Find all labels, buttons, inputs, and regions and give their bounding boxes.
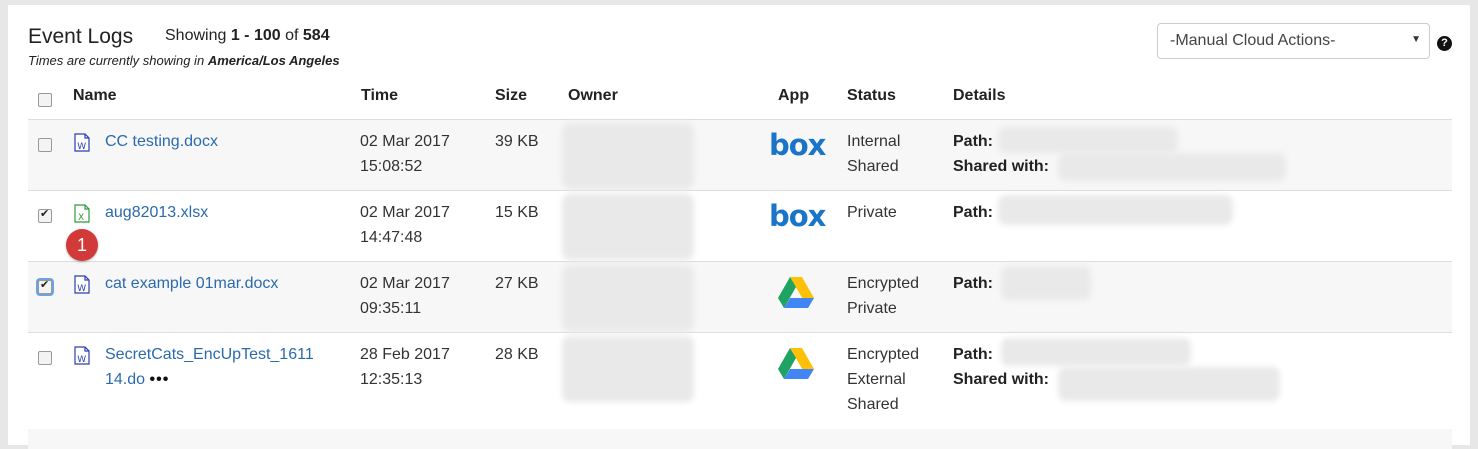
word-file-icon: W bbox=[74, 275, 90, 294]
column-header-time[interactable]: Time bbox=[361, 87, 398, 105]
row-details: Path: bbox=[953, 204, 993, 221]
table-row bbox=[28, 190, 1452, 262]
showing-count: Showing 1 - 100 of 584 bbox=[165, 27, 330, 44]
page-title: Event Logs bbox=[28, 25, 134, 48]
row-size: 27 KB bbox=[495, 275, 539, 292]
column-header-details[interactable]: Details bbox=[953, 87, 1005, 105]
row-date: 02 Mar 2017 15:08:52 bbox=[360, 133, 450, 175]
svg-text:W: W bbox=[77, 355, 86, 365]
owner-redacted bbox=[562, 123, 694, 189]
box-logo-icon: box bbox=[769, 128, 826, 162]
owner-redacted bbox=[562, 336, 694, 402]
path-redacted bbox=[998, 195, 1233, 225]
column-header-app[interactable]: App bbox=[778, 87, 809, 105]
row-checkbox[interactable] bbox=[38, 207, 52, 223]
file-name-link[interactable]: CC testing.docx bbox=[105, 129, 218, 154]
column-header-status[interactable]: Status bbox=[847, 87, 896, 105]
svg-text:X: X bbox=[78, 213, 84, 223]
row-size: 15 KB bbox=[495, 204, 539, 221]
row-date: 02 Mar 2017 14:47:48 bbox=[360, 204, 450, 246]
event-logs-panel: Event Logs Showing 1 - 100 of 584 Times … bbox=[8, 5, 1470, 449]
row-details: Path: bbox=[953, 275, 993, 292]
row-checkbox[interactable] bbox=[38, 278, 52, 294]
row-date: 02 Mar 2017 09:35:11 bbox=[360, 275, 450, 317]
column-header-name[interactable]: Name bbox=[73, 87, 117, 105]
word-file-icon: W bbox=[74, 346, 90, 365]
file-name-link[interactable]: aug82013.xlsx bbox=[105, 200, 208, 225]
path-redacted bbox=[1001, 266, 1091, 300]
google-drive-icon bbox=[778, 277, 814, 308]
column-header-owner[interactable]: Owner bbox=[568, 87, 618, 105]
word-file-icon: W bbox=[74, 133, 90, 152]
row-status: Private bbox=[847, 204, 897, 221]
manual-cloud-actions-select[interactable]: -Manual Cloud Actions- ▼ bbox=[1157, 23, 1430, 59]
svg-text:W: W bbox=[77, 142, 86, 152]
path-redacted bbox=[1001, 338, 1191, 366]
dropdown-caret-icon: ▼ bbox=[1411, 34, 1421, 45]
more-icon[interactable]: ••• bbox=[150, 371, 170, 388]
step-badge: 1 bbox=[66, 229, 98, 261]
row-checkbox[interactable] bbox=[38, 138, 52, 152]
shared-with-redacted bbox=[1058, 367, 1280, 401]
file-name-link[interactable]: cat example 01mar.docx bbox=[105, 271, 278, 296]
svg-text:W: W bbox=[77, 284, 86, 294]
table-row bbox=[28, 429, 1452, 449]
owner-redacted bbox=[562, 265, 694, 331]
row-size: 28 KB bbox=[495, 346, 539, 363]
row-size: 39 KB bbox=[495, 133, 539, 150]
excel-file-icon: X bbox=[74, 204, 90, 223]
row-status: Encrypted Private bbox=[847, 275, 920, 317]
row-checkbox[interactable] bbox=[38, 351, 52, 365]
select-all-checkbox[interactable] bbox=[38, 93, 52, 107]
owner-redacted bbox=[562, 194, 694, 260]
file-name-link[interactable]: SecretCats_EncUpTest_1611 14.do ••• bbox=[105, 342, 314, 392]
column-header-size[interactable]: Size bbox=[495, 87, 527, 105]
timezone-note: Times are currently showing in America/L… bbox=[28, 53, 340, 68]
path-redacted bbox=[998, 127, 1178, 153]
row-date: 28 Feb 2017 12:35:13 bbox=[360, 346, 450, 388]
box-logo-icon: box bbox=[769, 199, 826, 233]
shared-with-redacted bbox=[1058, 153, 1286, 181]
row-status: Encrypted External Shared bbox=[847, 346, 920, 413]
google-drive-icon bbox=[778, 348, 814, 379]
row-status: Internal Shared bbox=[847, 133, 901, 175]
help-icon[interactable]: ? bbox=[1437, 36, 1452, 51]
